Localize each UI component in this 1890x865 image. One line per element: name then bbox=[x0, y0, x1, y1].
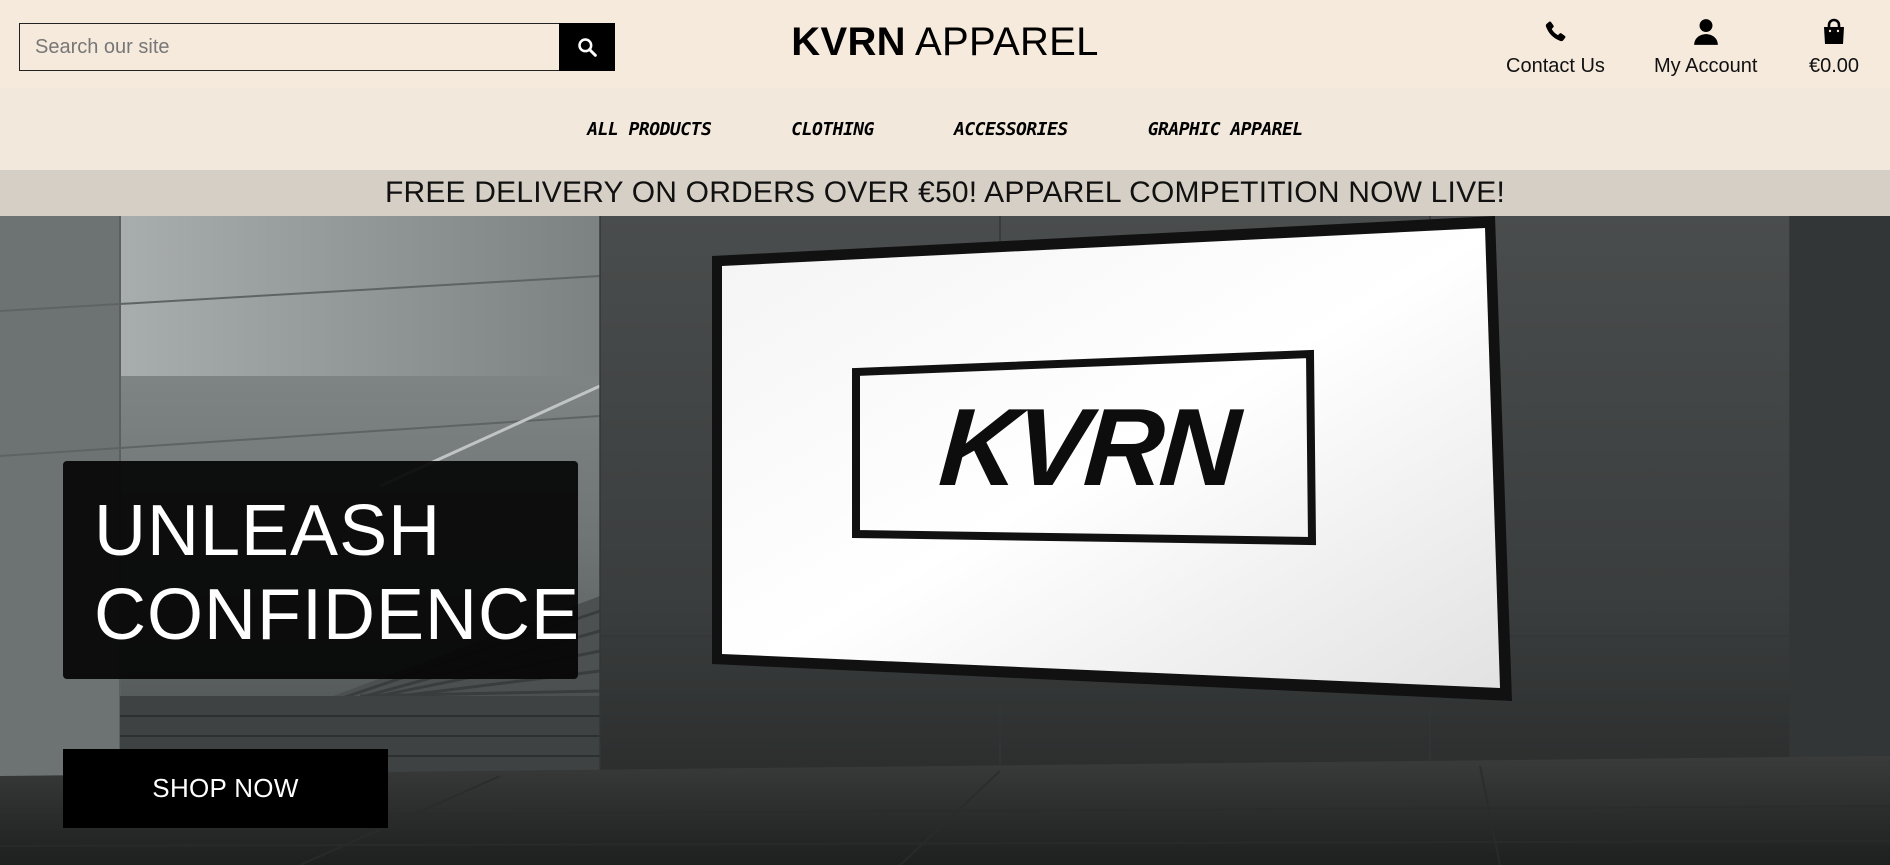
phone-icon bbox=[1546, 21, 1566, 42]
nav-item-clothing[interactable]: CLOTHING bbox=[791, 119, 874, 140]
nav-item-graphic-apparel[interactable]: GRAPHIC APPAREL bbox=[1148, 119, 1304, 140]
user-icon bbox=[1693, 19, 1718, 45]
contact-link[interactable]: Contact Us bbox=[1506, 16, 1605, 78]
hero-section: KVRN UNLEASH CONFIDENCE SHOP NOW bbox=[0, 216, 1890, 865]
main-nav: ALL PRODUCTS CLOTHING ACCESSORIES GRAPHI… bbox=[0, 88, 1890, 170]
brand-name-light: APPAREL bbox=[915, 20, 1099, 64]
shopping-bag-link[interactable]: €0.00 bbox=[1809, 16, 1859, 78]
shop-now-button[interactable]: SHOP NOW bbox=[63, 749, 388, 828]
contact-label: Contact Us bbox=[1506, 55, 1605, 77]
bag-total: €0.00 bbox=[1809, 55, 1860, 77]
site-header: Search our site KVRN APPAREL Contact Us … bbox=[0, 0, 1890, 88]
billboard-logo: KVRN bbox=[935, 386, 1240, 509]
hero-headline-box: UNLEASH CONFIDENCE bbox=[63, 461, 581, 679]
hero-headline-line-2: CONFIDENCE bbox=[94, 575, 581, 655]
promo-banner: FREE DELIVERY ON ORDERS OVER €50! APPARE… bbox=[0, 170, 1890, 216]
nav-item-all-products[interactable]: ALL PRODUCTS bbox=[587, 119, 712, 140]
account-label: My Account bbox=[1654, 55, 1758, 77]
shopping-bag-icon bbox=[1824, 18, 1845, 44]
brand-logo[interactable]: KVRN APPAREL bbox=[0, 20, 1890, 65]
brand-name-bold: KVRN bbox=[791, 20, 906, 64]
account-link[interactable]: My Account bbox=[1654, 16, 1757, 78]
hero-headline-line-1: UNLEASH bbox=[94, 491, 442, 571]
nav-item-accessories[interactable]: ACCESSORIES bbox=[954, 119, 1068, 140]
